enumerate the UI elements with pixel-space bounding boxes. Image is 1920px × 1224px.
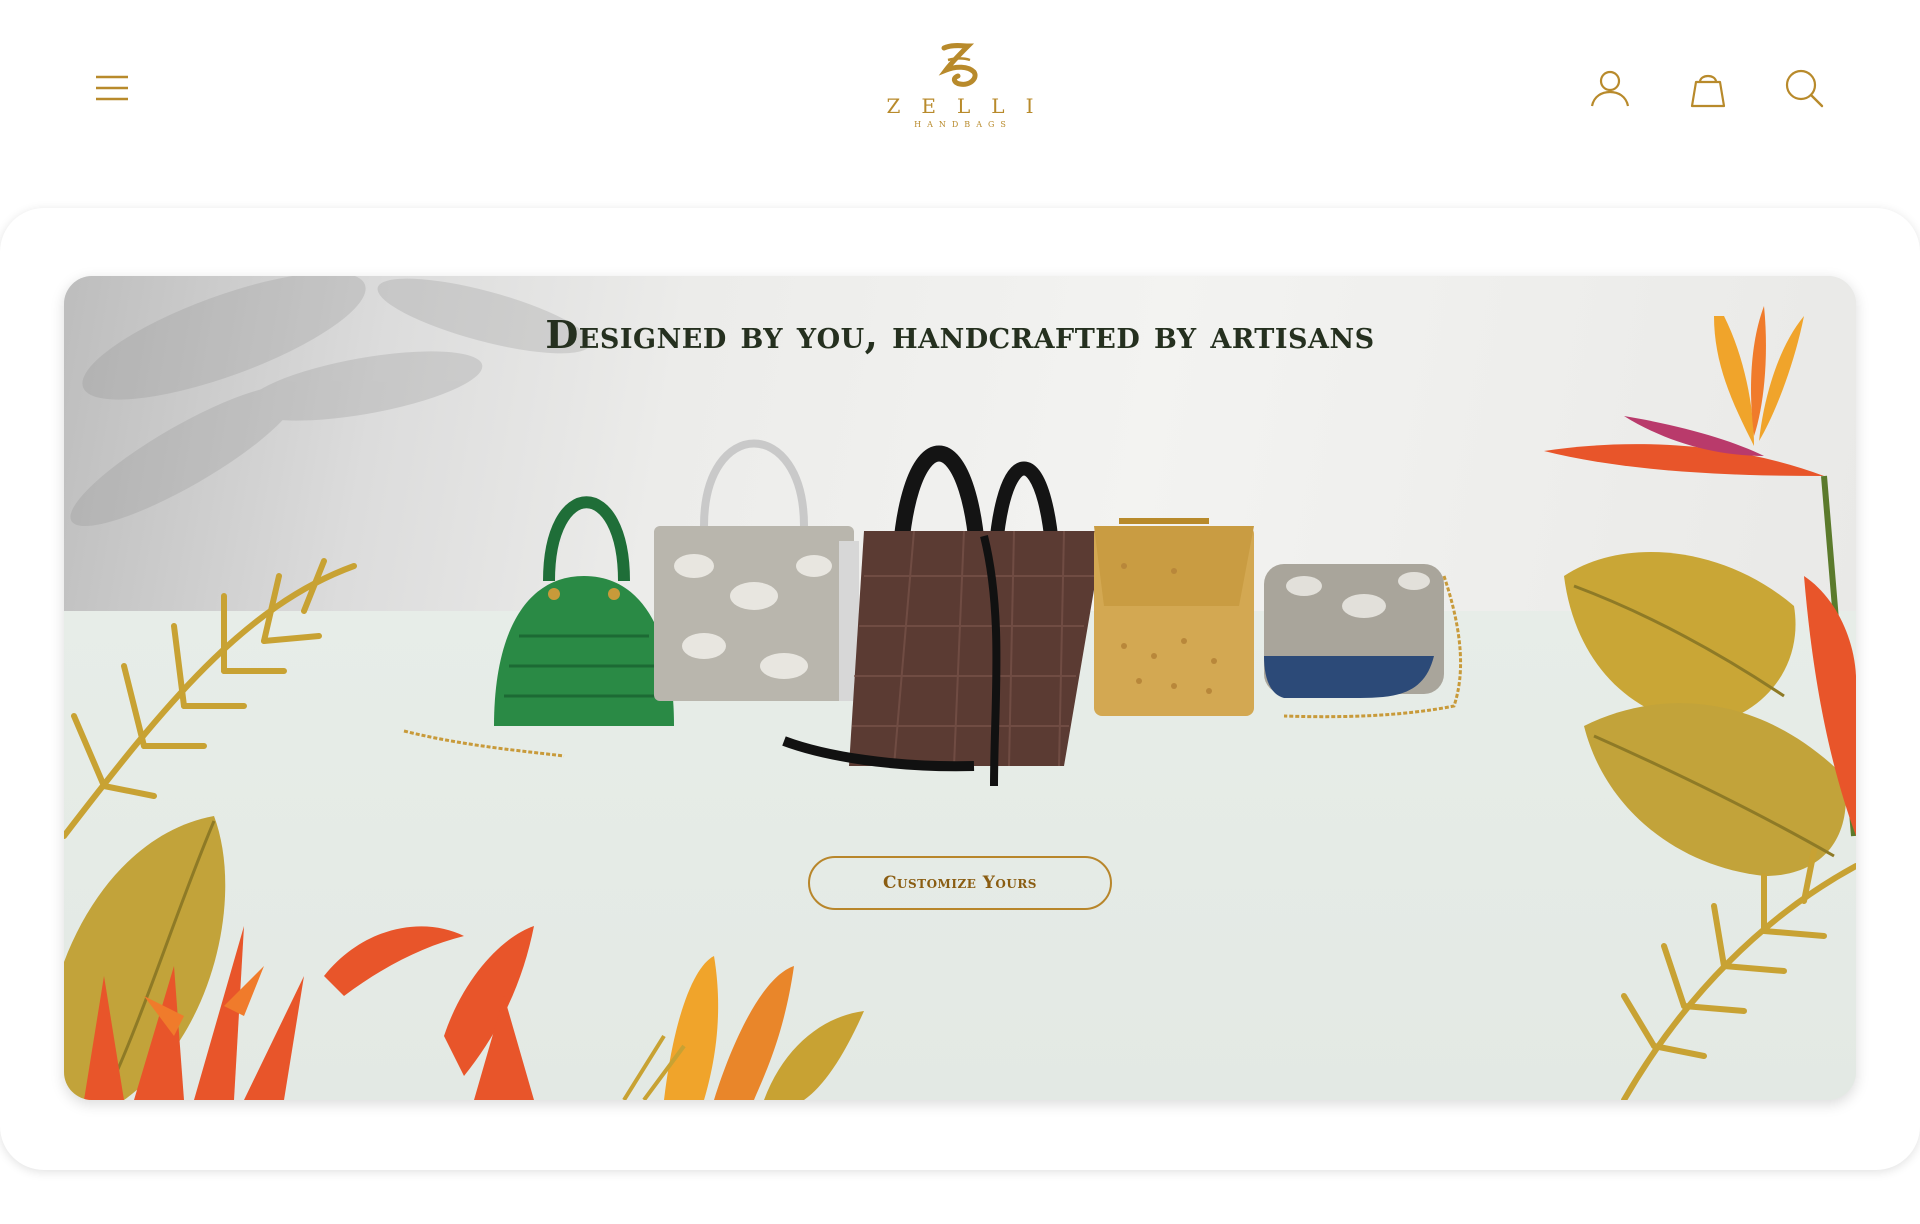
logo-wordmark: ZELLI <box>886 94 1055 118</box>
left-fern-decoration <box>64 558 357 839</box>
account-icon[interactable] <box>1588 66 1632 110</box>
hero-banner: Designed by you, handcrafted by artisans… <box>64 276 1856 1100</box>
handbag-green-product-image <box>403 496 674 758</box>
zelli-monogram-icon <box>938 43 978 87</box>
bottom-center-flower-decoration <box>622 956 864 1100</box>
left-leaves-decoration <box>64 816 226 1100</box>
right-leaves-decoration <box>1564 552 1856 876</box>
right-fern-decoration <box>1621 848 1856 1100</box>
search-icon[interactable] <box>1782 66 1826 110</box>
customize-yours-button[interactable]: Customize Yours <box>808 856 1112 910</box>
bag-icon[interactable] <box>1686 66 1730 110</box>
hero-illustration <box>64 276 1856 1100</box>
brand-logo[interactable]: ZELLI HANDBAGS <box>860 40 1060 150</box>
handbag-python-blue-crossbody-product-image <box>1264 564 1463 719</box>
logo-subtitle: HANDBAGS <box>914 120 1012 129</box>
handbag-ostrich-product-image <box>1094 518 1254 716</box>
menu-icon[interactable] <box>90 66 134 110</box>
site-header: ZELLI HANDBAGS <box>0 0 1920 190</box>
handbag-python-top-handle-product-image <box>654 439 859 701</box>
hero-title: Designed by you, handcrafted by artisans <box>545 312 1375 357</box>
